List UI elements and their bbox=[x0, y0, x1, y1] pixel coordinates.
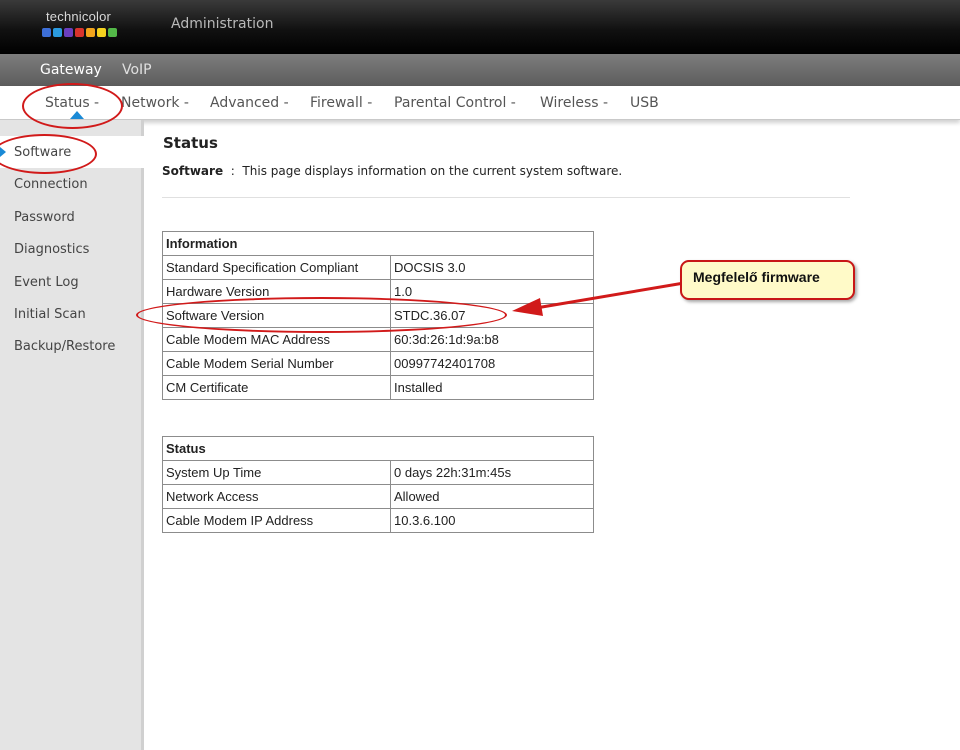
description-label: Software bbox=[162, 164, 224, 178]
tab-network[interactable]: Network - bbox=[121, 95, 189, 111]
table-row: Network Access Allowed bbox=[162, 484, 594, 509]
logo-block bbox=[42, 28, 51, 37]
logo-block bbox=[53, 28, 62, 37]
table-row: Cable Modem IP Address 10.3.6.100 bbox=[162, 508, 594, 533]
table-header: Status bbox=[162, 436, 594, 461]
sidebar-item-initial-scan[interactable]: Initial Scan bbox=[14, 307, 86, 322]
table-row: Standard Specification Compliant DOCSIS 3… bbox=[162, 255, 594, 280]
row-label: Standard Specification Compliant bbox=[162, 255, 391, 280]
primary-nav: Gateway VoIP bbox=[0, 54, 960, 86]
tab-usb[interactable]: USB bbox=[630, 95, 659, 111]
page-title: Status bbox=[163, 134, 218, 152]
tab-wireless[interactable]: Wireless - bbox=[540, 95, 608, 111]
description-separator: : bbox=[230, 164, 235, 178]
status-table: Status System Up Time 0 days 22h:31m:45s … bbox=[162, 436, 594, 533]
technicolor-logo[interactable]: technicolor bbox=[40, 8, 124, 42]
logo-block bbox=[108, 28, 117, 37]
table-header: Information bbox=[162, 231, 594, 256]
top-header: technicolor Administration bbox=[0, 0, 960, 54]
row-label: Cable Modem IP Address bbox=[162, 508, 391, 533]
secondary-nav: Status - Network - Advanced - Firewall -… bbox=[0, 86, 960, 120]
sidebar-item-diagnostics[interactable]: Diagnostics bbox=[14, 242, 89, 257]
logo-block bbox=[97, 28, 106, 37]
row-value: 60:3d:26:1d:9a:b8 bbox=[390, 327, 594, 352]
nav-voip[interactable]: VoIP bbox=[122, 62, 152, 78]
logo-block bbox=[64, 28, 73, 37]
row-value: 10.3.6.100 bbox=[390, 508, 594, 533]
sidebar-item-connection[interactable]: Connection bbox=[14, 177, 88, 192]
sidebar-item-password[interactable]: Password bbox=[14, 210, 75, 225]
row-value: 00997742401708 bbox=[390, 351, 594, 376]
logo-text: technicolor bbox=[46, 9, 112, 24]
table-row: System Up Time 0 days 22h:31m:45s bbox=[162, 460, 594, 485]
table-header-row: Information bbox=[162, 231, 594, 256]
highlight-oval-status-tab bbox=[22, 83, 123, 129]
row-value: Allowed bbox=[390, 484, 594, 509]
table-row: CM Certificate Installed bbox=[162, 375, 594, 400]
row-label: Cable Modem Serial Number bbox=[162, 351, 391, 376]
table-row: Cable Modem Serial Number 00997742401708 bbox=[162, 351, 594, 376]
page-description: Software : This page displays informatio… bbox=[162, 164, 622, 178]
tab-parental-control[interactable]: Parental Control - bbox=[394, 95, 516, 111]
table-header-row: Status bbox=[162, 436, 594, 461]
divider bbox=[162, 197, 850, 198]
row-label: CM Certificate bbox=[162, 375, 391, 400]
logo-block bbox=[75, 28, 84, 37]
row-label: System Up Time bbox=[162, 460, 391, 485]
logo-block bbox=[86, 28, 95, 37]
annotation-callout: Megfelelő firmware bbox=[680, 260, 855, 300]
row-value: Installed bbox=[390, 375, 594, 400]
sidebar: Software Connection Password Diagnostics… bbox=[0, 120, 144, 750]
row-label: Network Access bbox=[162, 484, 391, 509]
description-text: This page displays information on the cu… bbox=[242, 164, 623, 178]
sidebar-item-event-log[interactable]: Event Log bbox=[14, 275, 79, 290]
header-title: Administration bbox=[171, 16, 274, 32]
logo-color-bar bbox=[42, 28, 117, 37]
tab-advanced[interactable]: Advanced - bbox=[210, 95, 289, 111]
highlight-oval-software-version bbox=[136, 297, 507, 333]
sidebar-item-backup-restore[interactable]: Backup/Restore bbox=[14, 339, 115, 354]
tab-firewall[interactable]: Firewall - bbox=[310, 95, 372, 111]
nav-gateway[interactable]: Gateway bbox=[40, 62, 102, 78]
row-value: 0 days 22h:31m:45s bbox=[390, 460, 594, 485]
row-value: DOCSIS 3.0 bbox=[390, 255, 594, 280]
